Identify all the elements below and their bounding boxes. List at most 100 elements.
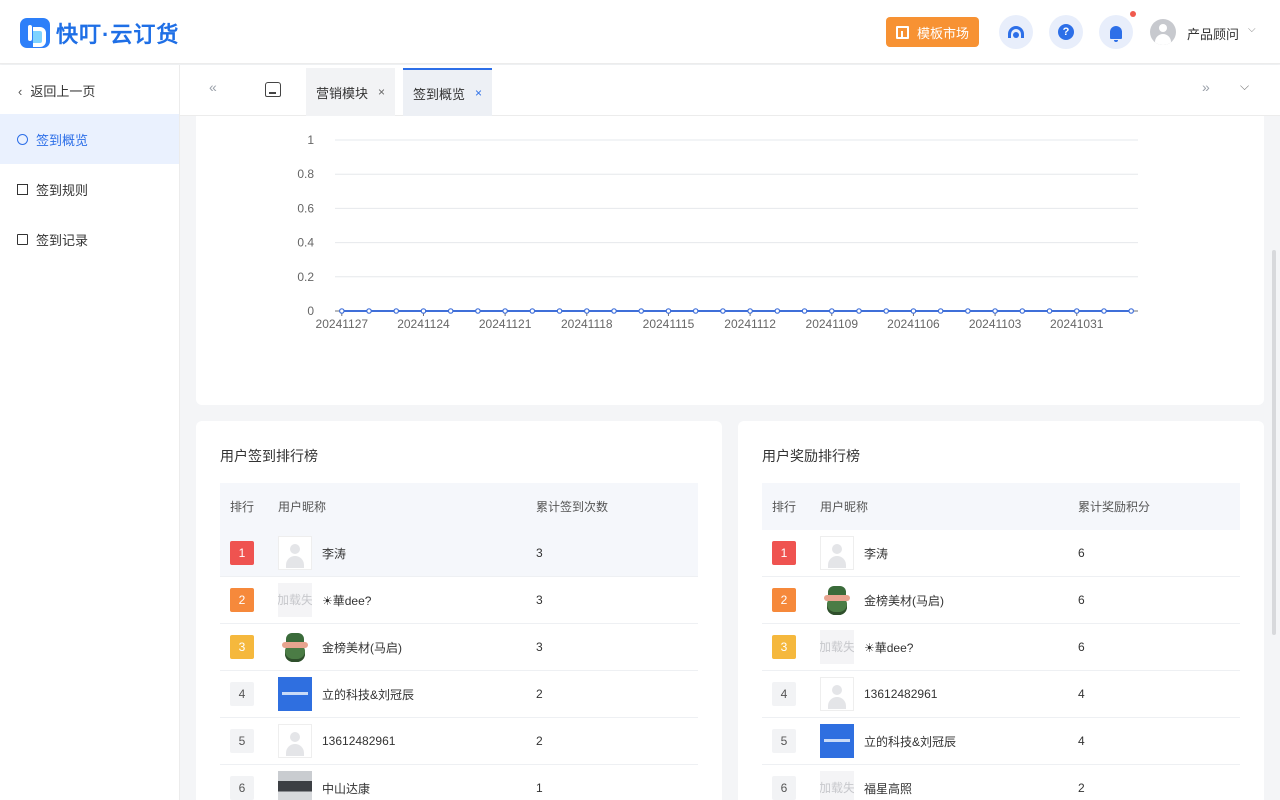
tabs-next-icon[interactable]: » [1202, 79, 1210, 95]
template-market-label: 模板市场 [916, 25, 969, 41]
user-nickname: 立的科技&刘冠辰 [864, 734, 957, 749]
tab-checkin-overview[interactable]: 签到概览 × [403, 68, 493, 116]
rank-cell: 2 [762, 588, 820, 612]
close-icon[interactable]: × [378, 85, 385, 99]
user-nickname: 13612482961 [864, 687, 938, 701]
data-point [475, 308, 481, 314]
data-point [447, 308, 454, 314]
name-cell: 加载失败 ☀華dee? [278, 583, 536, 617]
x-tick-label: 20241106 [887, 317, 940, 331]
x-tick-label: 20241124 [397, 317, 450, 331]
value-cell: 6 [1078, 640, 1085, 654]
name-cell: 金榜美材(马启) [278, 630, 536, 664]
rank-badge: 3 [230, 635, 254, 659]
rank-badge: 4 [772, 682, 796, 706]
top-header: 快叮·云订货 模板市场 ? 产品顾问 ⌵ [0, 0, 1280, 64]
data-point [583, 308, 590, 314]
logo-text: 快叮·云订货 [56, 22, 180, 47]
table-row: 2 加载失败 ☀華dee? 3 [220, 577, 698, 624]
user-nickname: ☀華dee? [322, 593, 372, 608]
sidebar-item-rules[interactable]: 签到规则 [0, 164, 179, 214]
name-header: 用户昵称 [820, 500, 869, 514]
checkin-rank-table: 排行 用户昵称 累计签到次数 1 李涛 3 2 加载失败 ☀華dee? 3 3 金榜美材(马启)… [220, 483, 698, 800]
data-point [420, 308, 427, 314]
user-nickname: ☀華dee? [864, 640, 914, 655]
headset-icon [1008, 26, 1024, 38]
data-point [965, 308, 971, 314]
rank-badge: 5 [772, 729, 796, 753]
tabs-bar: « 营销模块 × 签到概览 × » ⌵ [180, 65, 1280, 116]
table-row: 3 金榜美材(马启) 3 [220, 624, 698, 671]
back-link[interactable]: ‹ 返回上一页 [18, 81, 95, 100]
table-row: 6 中山达康 1 [220, 765, 698, 800]
rank-badge: 1 [772, 541, 796, 565]
checkin-trend-chart: 0 0.2 0.4 0.6 0.8 1 20241127 20241124 20241121 20… [297, 133, 1138, 331]
data-point [720, 308, 726, 314]
data-point [529, 308, 536, 314]
reward-rank-title: 用户奖励排行榜 [762, 448, 860, 464]
template-market-button[interactable]: 模板市场 [886, 17, 979, 47]
rank-badge: 1 [230, 541, 254, 565]
notification-button[interactable] [1099, 15, 1133, 49]
data-point [1019, 308, 1026, 314]
rank-badge: 2 [772, 588, 796, 612]
data-point [883, 308, 890, 314]
user-nickname: 金榜美材(马启) [864, 593, 944, 608]
rank-badge: 6 [230, 776, 254, 800]
x-tick-label: 20241109 [806, 317, 859, 331]
rank-badge: 2 [230, 588, 254, 612]
sidebar-item-overview[interactable]: 签到概览 [0, 114, 179, 164]
table-row: 1 李涛 3 [220, 530, 698, 577]
name-cell: 中山达康 [278, 771, 536, 800]
value-header: 累计签到次数 [536, 500, 609, 514]
tabs-prev-icon[interactable]: « [209, 79, 217, 95]
value-cell: 2 [1078, 781, 1085, 795]
chevron-left-icon: ‹ [18, 84, 23, 99]
name-cell: 加载失败福星高照 [820, 771, 1078, 800]
table-row: 1 李涛 6 [762, 530, 1240, 577]
table-row: 5 13612482961 2 [220, 718, 698, 765]
tab-marketing[interactable]: 营销模块 × [306, 68, 396, 116]
tabs-more-icon[interactable]: ⌵ [1240, 79, 1249, 94]
chevron-down-icon[interactable]: ⌵ [1248, 24, 1256, 35]
pie-icon [17, 133, 28, 145]
data-point [1046, 308, 1053, 314]
table-row: 4 立的科技&刘冠辰 2 [220, 671, 698, 718]
data-point [502, 308, 508, 314]
close-icon[interactable]: × [475, 86, 482, 100]
data-point [366, 308, 372, 314]
user-nickname: 立的科技&刘冠辰 [322, 687, 415, 702]
table-header: 排行 用户昵称 累计奖励积分 [762, 483, 1240, 530]
data-point [638, 308, 645, 314]
x-tick-label: 20241103 [969, 317, 1022, 331]
sidebar-item-records[interactable]: 签到记录 [0, 214, 179, 264]
name-cell: 李涛 [820, 536, 1078, 570]
page-scrollbar[interactable] [1272, 250, 1276, 635]
back-label: 返回上一页 [30, 84, 96, 99]
calendar-icon [17, 233, 28, 245]
data-point [992, 308, 998, 314]
rank-cell: 1 [762, 541, 820, 565]
x-tick-label: 20241031 [1050, 317, 1104, 331]
home-icon[interactable] [265, 82, 281, 97]
value-cell: 3 [536, 593, 543, 607]
data-point [774, 308, 781, 314]
checkin-trend-card: 0 0.2 0.4 0.6 0.8 1 20241127 20241124 20241121 20… [196, 116, 1264, 405]
customer-service-button[interactable] [999, 15, 1033, 49]
x-tick-label: 20241118 [561, 317, 613, 331]
user-avatar-image [820, 583, 854, 617]
x-tick-label: 20241121 [479, 317, 532, 331]
user-name[interactable]: 产品顾问 [1187, 24, 1239, 43]
app-logo[interactable]: 快叮·云订货 [20, 17, 179, 49]
help-button[interactable]: ? [1049, 15, 1083, 49]
table-row: 6加载失败福星高照2 [762, 765, 1240, 800]
data-point [937, 308, 944, 314]
user-avatar-image [278, 677, 312, 711]
user-avatar[interactable] [1150, 19, 1176, 45]
rank-cell: 3 [220, 635, 278, 659]
checkin-rank-title: 用户签到排行榜 [220, 448, 318, 464]
data-point [611, 308, 617, 314]
data-point [747, 308, 753, 314]
rank-badge: 3 [772, 635, 796, 659]
rank-badge: 5 [230, 729, 254, 753]
